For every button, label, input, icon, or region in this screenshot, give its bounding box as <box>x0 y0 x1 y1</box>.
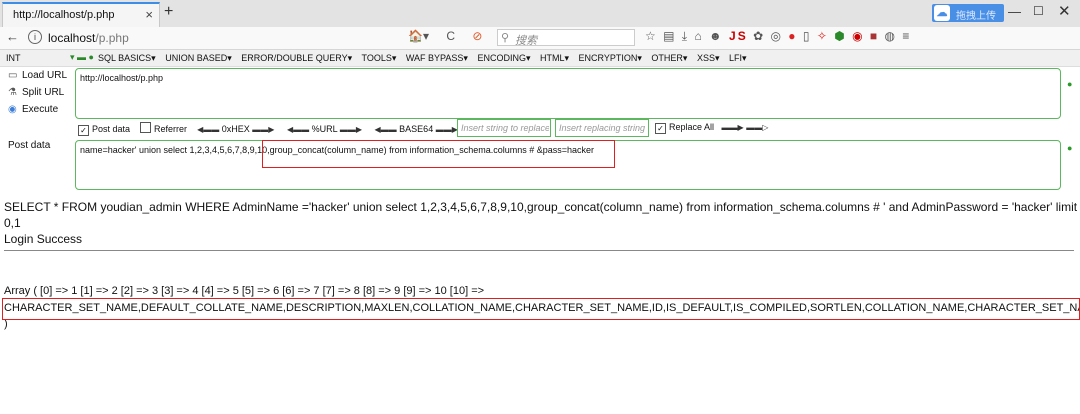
extension-icon-5[interactable]: ▯ <box>803 29 812 43</box>
hex-label: 0xHEX <box>221 124 250 134</box>
extension-icon-6[interactable]: ✧ <box>817 29 829 43</box>
window-close-icon[interactable]: ✕ <box>1058 2 1071 20</box>
execute-icon: ◉ <box>8 104 17 115</box>
columns-highlight-box <box>2 298 1080 320</box>
search-placeholder: 搜索 <box>515 35 537 47</box>
url-encode-arrow-icon[interactable]: ▬▬▶ <box>340 125 362 134</box>
search-input[interactable]: ⚲ 搜索 <box>497 29 635 47</box>
sql-limit-output: 0,1 <box>4 216 21 230</box>
url-path: /p.php <box>95 31 129 45</box>
new-tab-button[interactable]: + <box>164 3 173 21</box>
info-icon[interactable]: i <box>28 30 42 44</box>
post-data-checkbox-label: Post data <box>92 124 131 134</box>
url-encode-label: %URL <box>311 124 338 134</box>
window-minimize-icon[interactable]: — <box>1008 4 1021 19</box>
window-maximize-icon[interactable]: ☐ <box>1033 4 1044 18</box>
hackbar-menu: SQL BASICS▾ UNION BASED▾ ERROR/DOUBLE QU… <box>98 53 754 64</box>
insert-string-input[interactable]: Insert string to replace <box>457 119 551 137</box>
url-host: localhost <box>48 31 96 45</box>
load-url-button[interactable]: ▭ Load URL <box>8 70 67 81</box>
replacing-string-placeholder: Insert replacing string <box>559 123 646 133</box>
split-url-label: Split URL <box>22 87 65 98</box>
menu-encryption[interactable]: ENCRYPTION▾ <box>579 53 642 63</box>
hackbar-options: ✓ Post data Referrer ◀▬▬ 0xHEX ▬▬▶ ◀▬▬ %U… <box>78 122 458 136</box>
menu-encoding[interactable]: ENCODING▾ <box>477 53 530 63</box>
insert-string-placeholder: Insert string to replace <box>461 123 549 133</box>
login-status: Login Success <box>4 232 83 246</box>
tab-bar <box>0 0 1080 27</box>
referrer-checkbox[interactable]: Referrer <box>140 122 188 134</box>
menu-xss[interactable]: XSS▾ <box>697 53 720 63</box>
execute-label: Execute <box>22 104 59 115</box>
menu-union-based[interactable]: UNION BASED▾ <box>165 53 232 63</box>
divider <box>4 250 1074 251</box>
browser-tab[interactable]: http://localhost/p.php × <box>2 2 160 27</box>
extension-icon-2[interactable]: ✿ <box>753 29 765 43</box>
base64-encode-arrow-icon[interactable]: ▬▬▶ <box>436 125 458 134</box>
hackbar-toggle-icons[interactable]: ▾ ▬ ● <box>70 52 94 63</box>
replace-all-checkbox[interactable]: ✓ Replace All <box>655 122 715 134</box>
referrer-checkbox-label: Referrer <box>154 124 188 134</box>
replacing-string-input[interactable]: Insert replacing string <box>555 119 649 137</box>
url-textarea[interactable]: http://localhost/p.php <box>75 68 1061 119</box>
hex-decode-arrow-icon[interactable]: ◀▬▬ <box>197 125 219 134</box>
home-icon[interactable]: ⌂ <box>694 29 703 43</box>
menu-html[interactable]: HTML▾ <box>540 53 569 63</box>
address-bar-icons: 🏠▾ C ⊘ <box>408 29 482 43</box>
reload-icon[interactable]: C <box>446 29 455 43</box>
menu-error-double-query[interactable]: ERROR/DOUBLE QUERY▾ <box>241 53 352 63</box>
search-icon: ⚲ <box>501 32 510 44</box>
hex-encode-arrow-icon[interactable]: ▬▬▶ <box>252 125 274 134</box>
url-area-resize-icon[interactable]: ● <box>1067 79 1072 89</box>
tab-title: http://localhost/p.php <box>13 9 115 21</box>
post-data-checkbox[interactable]: ✓ Post data <box>78 124 131 136</box>
toolbar-icons: ☆ ▤ ⤓ ⌂ ☻ JS ✿ ◎ ● ▯ ✧ ⬢ ◉ ■ ◍ ≡ <box>645 29 911 44</box>
adblock-icon[interactable]: ◉ <box>852 29 864 43</box>
split-url-button[interactable]: ⚗ Split URL <box>8 87 64 98</box>
bookmark-star-icon[interactable]: ☆ <box>645 29 658 43</box>
array-output: Array ( [0] => 1 [1] => 2 [2] => 3 [3] =… <box>4 285 485 297</box>
extension-icon-4[interactable]: ● <box>788 29 797 43</box>
split-url-icon: ⚗ <box>8 87 17 98</box>
menu-tools[interactable]: TOOLS▾ <box>362 53 397 63</box>
upload-extension-button[interactable]: ☁ 拖拽上传 <box>932 4 1004 22</box>
shield-icon[interactable]: ⬢ <box>834 29 846 43</box>
cloud-icon: ☁ <box>934 5 950 21</box>
menu-other[interactable]: OTHER▾ <box>651 53 687 63</box>
base64-label: BASE64 <box>399 124 434 134</box>
injection-highlight-box <box>262 140 615 168</box>
extension-icon-7[interactable]: ■ <box>870 29 879 43</box>
replace-back-arrow-icon[interactable]: ▬▬▷ <box>746 123 768 132</box>
menu-icon[interactable]: ≡ <box>902 29 911 43</box>
extension-icon-3[interactable]: ◎ <box>770 29 782 43</box>
replace-all-label: Replace All <box>669 122 715 132</box>
extension-icon-1[interactable]: ☻ <box>709 29 724 43</box>
javascript-toggle-icon[interactable]: JS <box>729 29 748 43</box>
menu-waf-bypass[interactable]: WAF BYPASS▾ <box>406 53 468 63</box>
reading-list-icon[interactable]: ▤ <box>663 29 676 43</box>
menu-sql-basics[interactable]: SQL BASICS▾ <box>98 53 156 63</box>
load-url-icon: ▭ <box>8 70 18 81</box>
post-data-label: Post data <box>8 140 51 151</box>
back-arrow-icon[interactable]: ← <box>6 29 19 44</box>
post-area-resize-icon[interactable]: ● <box>1067 143 1072 153</box>
stop-icon[interactable]: ⊘ <box>472 29 482 43</box>
extension-icon-8[interactable]: ◍ <box>885 29 897 43</box>
url-textarea-value: http://localhost/p.php <box>80 73 164 83</box>
download-icon[interactable]: ⤓ <box>682 29 689 43</box>
base64-decode-arrow-icon[interactable]: ◀▬▬ <box>375 125 397 134</box>
replace-options: ✓ Replace All ▬▬▶ ▬▬▷ <box>655 122 768 134</box>
home-site-icon[interactable]: 🏠▾ <box>408 29 429 43</box>
sql-query-output: SELECT * FROM youdian_admin WHERE AdminN… <box>4 200 1078 214</box>
execute-button[interactable]: ◉ Execute <box>8 104 58 115</box>
upload-extension-label: 拖拽上传 <box>956 11 996 22</box>
address-bar[interactable]: localhost/p.php <box>48 31 129 45</box>
replace-arrow-icon[interactable]: ▬▬▶ <box>722 123 744 132</box>
url-decode-arrow-icon[interactable]: ◀▬▬ <box>287 125 309 134</box>
tab-close-icon[interactable]: × <box>145 7 153 22</box>
menu-lfi[interactable]: LFI▾ <box>729 53 747 63</box>
load-url-label: Load URL <box>22 70 68 81</box>
int-select[interactable]: INT <box>6 53 21 63</box>
